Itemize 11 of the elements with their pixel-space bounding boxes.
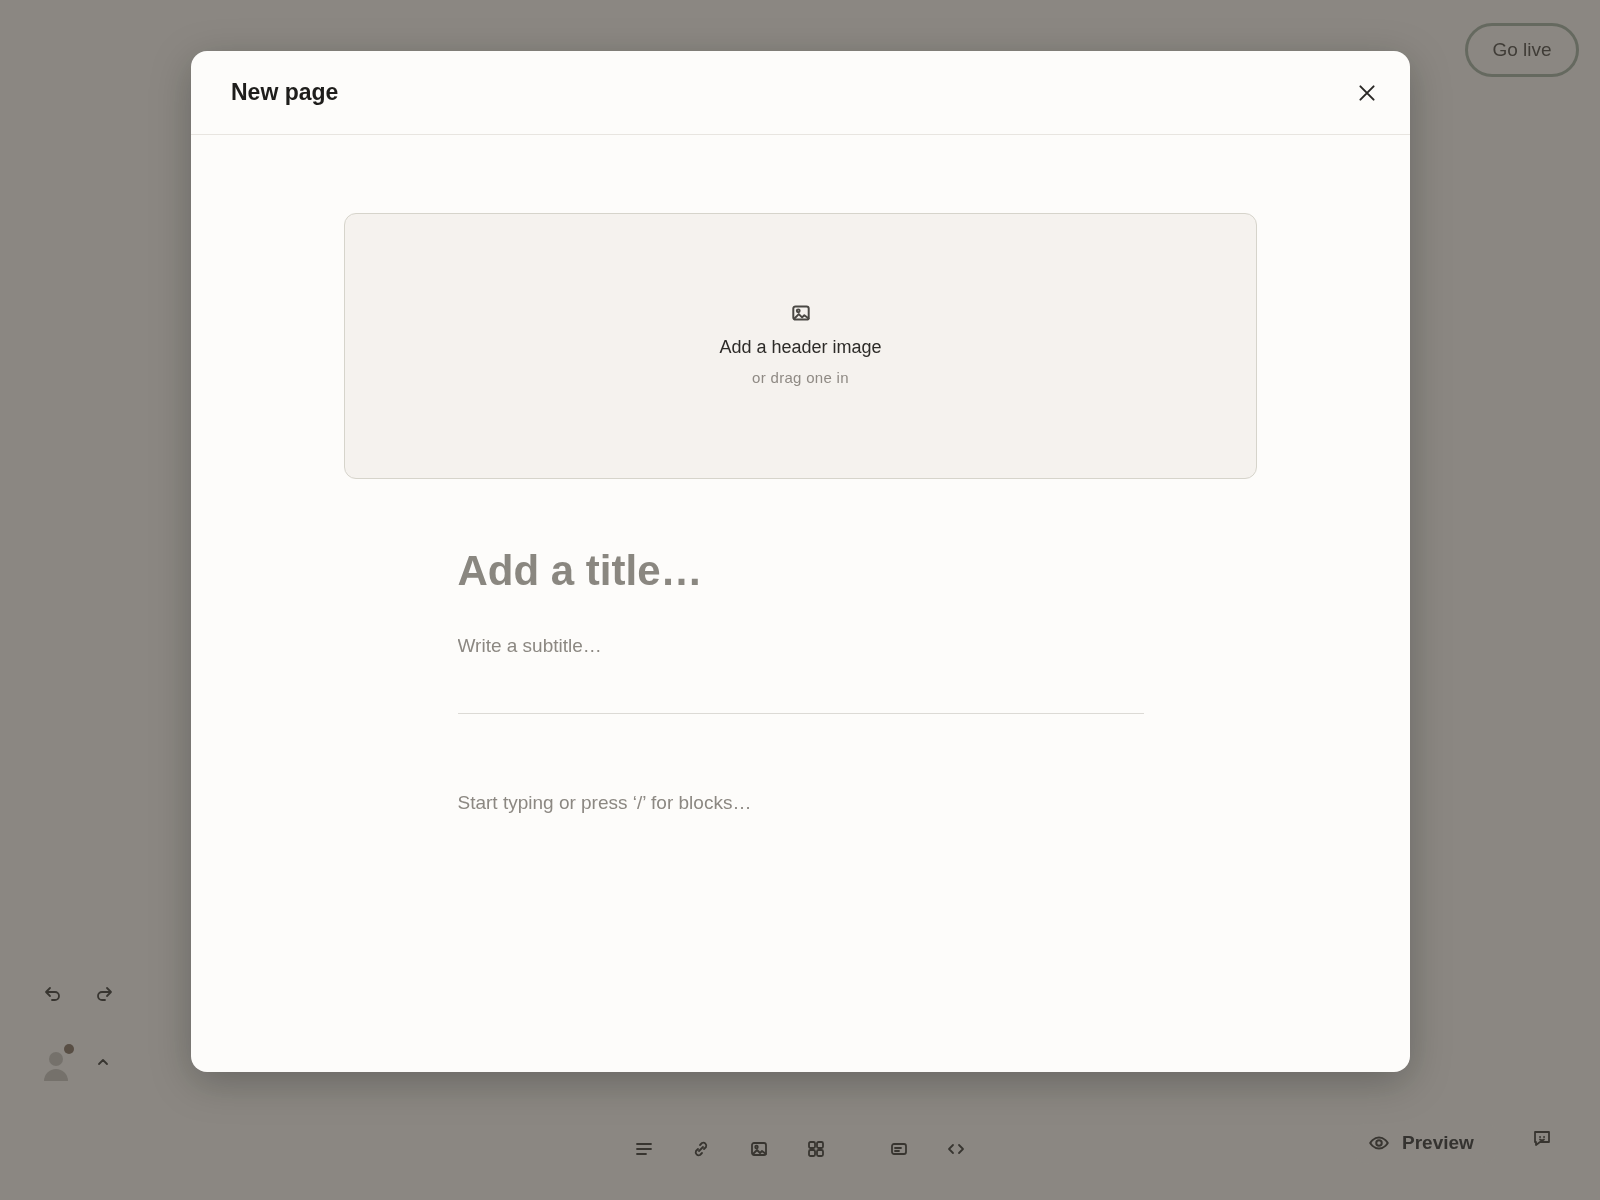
go-live-button[interactable]: Go live [1465,23,1579,77]
undo-icon [43,984,63,1004]
title-field[interactable]: Add a title… [457,539,1144,602]
header-image-dropzone[interactable]: Add a header image or drag one in [344,213,1257,479]
grid-icon [806,1139,826,1159]
modal-title: New page [231,78,339,107]
subtitle-field[interactable]: Write a subtitle… [457,602,1144,714]
body-field[interactable]: Start typing or press ‘/’ for blocks… [457,788,1144,817]
chat-icon [1532,1128,1552,1148]
redo-icon [94,984,114,1004]
image-icon [749,1139,769,1159]
